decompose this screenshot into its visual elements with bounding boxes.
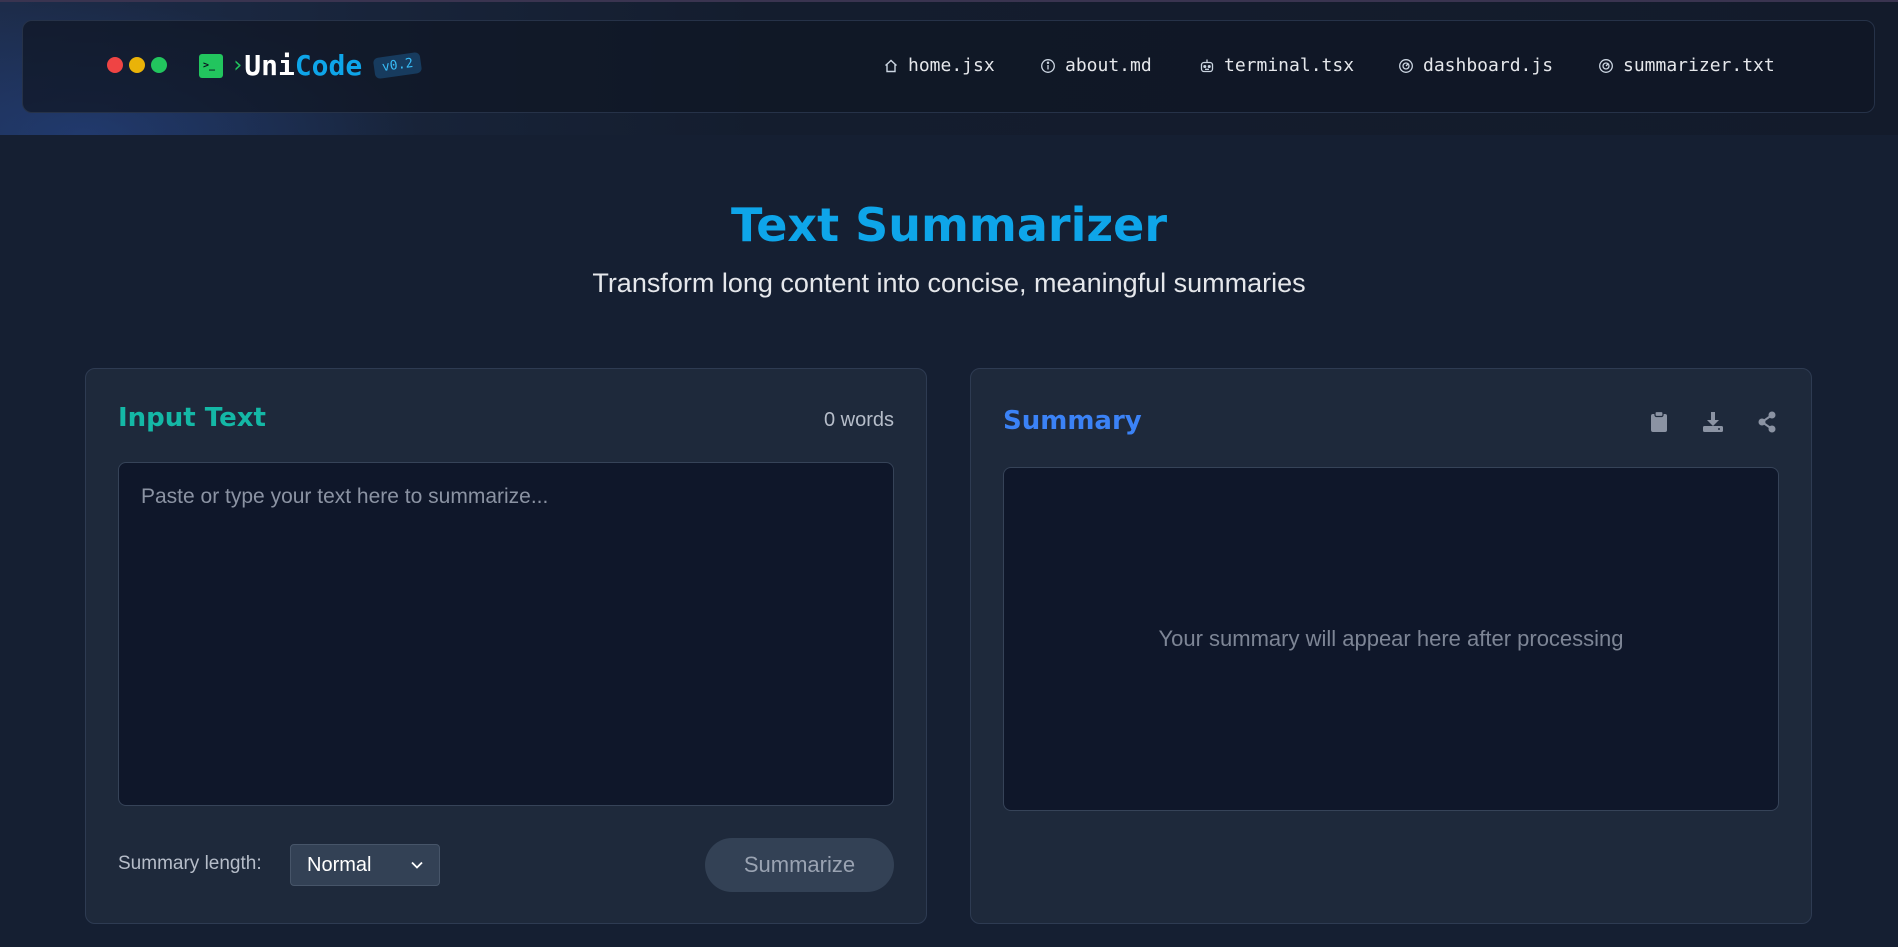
nav-links: home.jsx about.md terminal.tsx dashboard…: [883, 55, 1775, 76]
gauge-icon: [1599, 58, 1613, 73]
download-button[interactable]: [1701, 410, 1725, 434]
summary-actions: [1647, 410, 1779, 434]
nav-terminal-label: terminal.tsx: [1224, 55, 1355, 76]
nav-summarizer[interactable]: summarizer.txt: [1598, 55, 1775, 76]
navbar: >_ › UniCode v0.2 home.jsx about.md term…: [22, 20, 1875, 113]
brand-logo[interactable]: >_ › UniCode v0.2: [199, 49, 423, 82]
nav-home[interactable]: home.jsx: [883, 55, 1040, 76]
share-icon: [1758, 411, 1776, 433]
summary-length-select[interactable]: Normal: [290, 844, 440, 886]
word-count: 0 words: [823, 409, 894, 431]
summary-length-label: Summary length:: [118, 853, 262, 874]
page-subtitle: Transform long content into concise, mea…: [592, 268, 1306, 298]
summary-panel-title: Summary: [1003, 406, 1142, 436]
window-controls: [107, 57, 167, 73]
nav-about[interactable]: about.md: [1040, 55, 1199, 76]
chevron-down-icon: [411, 861, 423, 869]
info-icon: [1041, 58, 1055, 73]
input-panel-title: Input Text: [118, 403, 266, 433]
maximize-dot: [151, 57, 167, 73]
page-title: Text Summarizer: [730, 198, 1168, 252]
home-icon: [885, 59, 897, 72]
input-panel: Input Text 0 words Summary length: Norma…: [85, 368, 927, 924]
summarize-button[interactable]: Summarize: [705, 838, 894, 892]
nav-summarizer-label: summarizer.txt: [1623, 55, 1775, 76]
download-icon: [1703, 412, 1723, 432]
minimize-dot: [129, 57, 145, 73]
summary-length-value: Normal: [307, 853, 372, 876]
text-input[interactable]: [118, 462, 894, 806]
nav-terminal[interactable]: terminal.tsx: [1199, 55, 1398, 76]
share-button[interactable]: [1755, 410, 1779, 434]
brand-name: UniCode: [244, 49, 362, 82]
nav-about-label: about.md: [1065, 55, 1152, 76]
terminal-icon: >_: [199, 53, 223, 78]
summary-panel: Summary Your summary will appear here af…: [970, 368, 1812, 924]
close-dot: [107, 57, 123, 73]
brand-suffix: Code: [294, 49, 363, 82]
brand-prefix: Uni: [244, 49, 295, 82]
nav-home-label: home.jsx: [908, 55, 995, 76]
version-badge: v0.2: [373, 51, 423, 80]
nav-dashboard-label: dashboard.js: [1423, 55, 1554, 76]
clipboard-icon: [1651, 411, 1667, 432]
summary-placeholder: Your summary will appear here after proc…: [1158, 626, 1624, 651]
nav-dashboard[interactable]: dashboard.js: [1398, 55, 1598, 76]
copy-button[interactable]: [1647, 410, 1671, 434]
gauge-icon: [1399, 58, 1413, 73]
robot-icon: [1200, 59, 1214, 72]
summary-output: Your summary will appear here after proc…: [1003, 467, 1779, 811]
prompt-chevron-icon: ›: [231, 53, 245, 78]
